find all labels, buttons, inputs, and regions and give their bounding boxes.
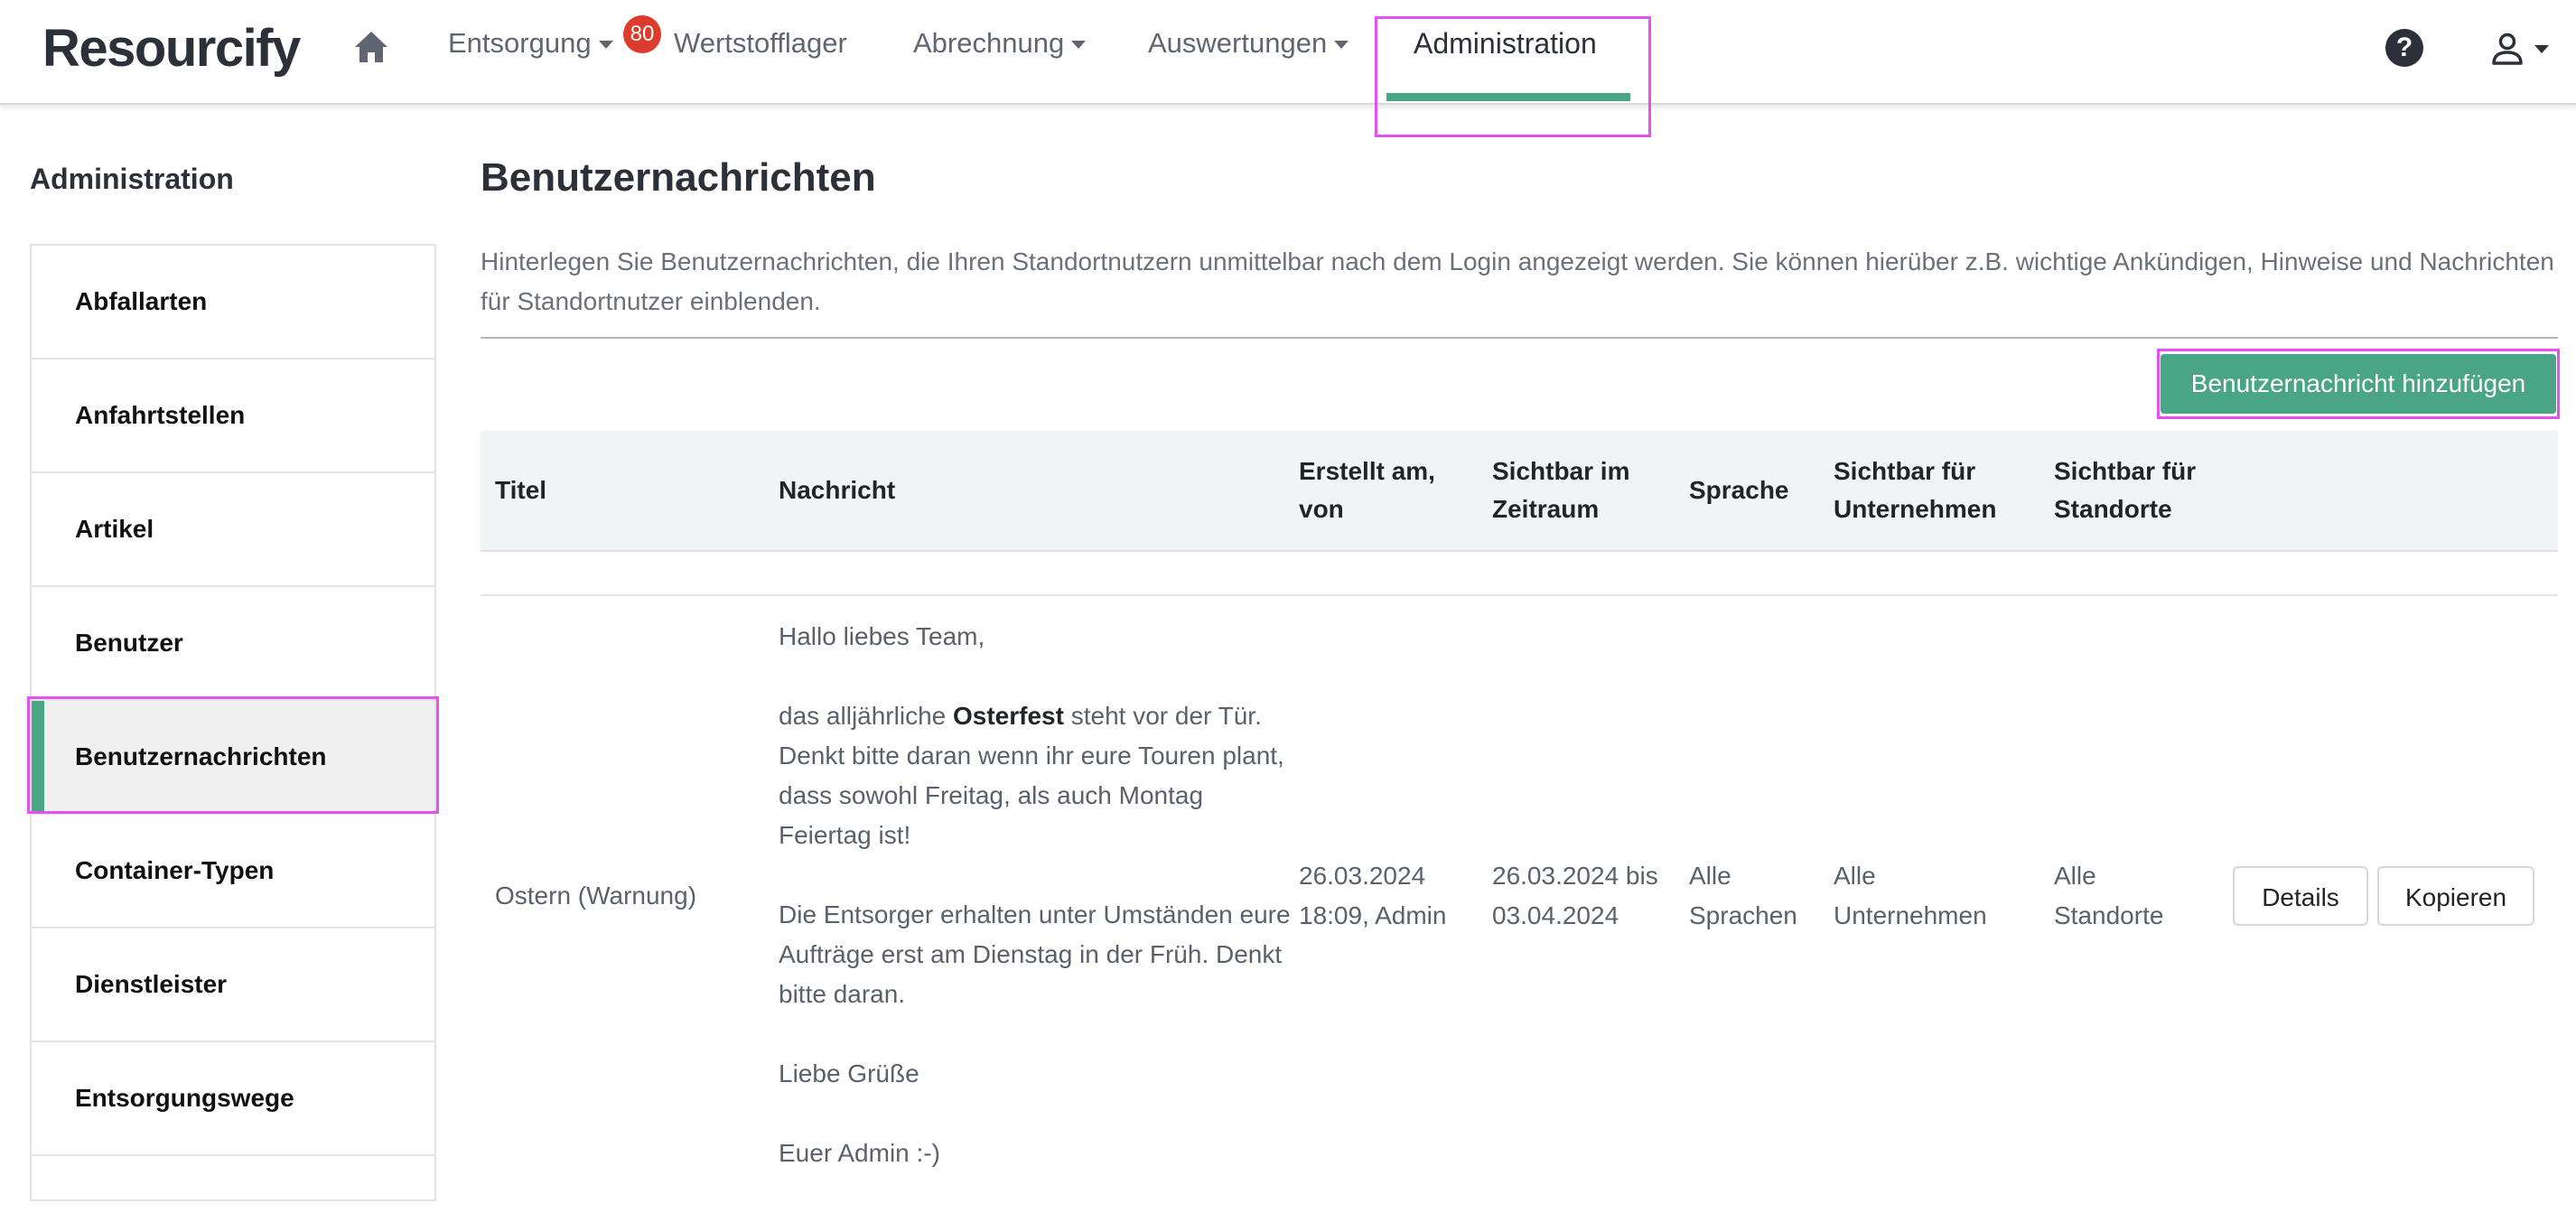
user-menu-chevron-icon[interactable] [2534,45,2549,53]
cell-unternehmen: Alle Unternehmen [1834,856,1987,936]
top-navbar: Resourcify Entsorgung 80 Wertstofflager … [0,0,2576,105]
cell-nachricht: Hallo liebes Team, das alljährliche Oste… [779,617,1302,1213]
details-button[interactable]: Details [2233,866,2368,926]
chevron-down-icon [598,40,613,49]
page-title: Benutzernachrichten [481,155,876,200]
chevron-down-icon [1334,40,1349,49]
cell-sprache-line2: Sprachen [1689,901,1797,929]
divider [481,337,2558,339]
notification-badge: 80 [623,15,661,53]
kopieren-button[interactable]: Kopieren [2377,866,2534,926]
nav-entsorgung-label: Entsorgung [448,27,592,59]
nav-wertstofflager-label: Wertstofflager [674,27,847,59]
cell-unternehmen-line1: Alle [1834,862,1876,890]
nav-abrechnung-label: Abrechnung [913,27,1065,59]
table-row-separator [481,594,2558,596]
column-header-unternehmen: Sichtbar für Unternehmen [1834,453,1996,528]
column-header-unternehmen-line1: Sichtbar für [1834,457,1976,485]
sidebar-item-artikel[interactable]: Artikel [32,473,434,587]
cell-unternehmen-line2: Unternehmen [1834,901,1987,929]
column-header-zeitraum: Sichtbar im Zeitraum [1492,453,1629,528]
message-text: das alljährliche [779,702,953,730]
column-header-erstellt-line1: Erstellt am, [1299,457,1435,485]
cell-erstellt-time-author: 18:09, Admin [1299,901,1447,929]
user-icon[interactable] [2489,31,2525,67]
cell-erstellt-date: 26.03.2024 [1299,862,1426,890]
nav-abrechnung[interactable]: Abrechnung [913,27,1087,60]
column-header-sprache: Sprache [1689,476,1789,504]
column-header-erstellt-line2: von [1299,495,1344,523]
message-bold-text: Osterfest [953,702,1064,730]
sidebar-item-dienstleister[interactable]: Dienstleister [32,928,434,1042]
cell-standorte: Alle Standorte [2054,856,2163,936]
sidebar-item-entsorgungswege[interactable]: Entsorgungswege [32,1042,434,1156]
column-header-standorte: Sichtbar für Standorte [2054,453,2196,528]
column-header-unternehmen-line2: Unternehmen [1834,495,1997,523]
message-closing: Liebe Grüße [779,1059,919,1087]
table-header: Titel Nachricht Erstellt am, von Sichtba… [481,431,2558,552]
sidebar-item-container-typen[interactable]: Container-Typen [32,815,434,928]
page-description: Hinterlegen Sie Benutzernachrichten, die… [481,247,2554,315]
message-greeting: Hallo liebes Team, [779,622,985,650]
cell-erstellt: 26.03.2024 18:09, Admin [1299,856,1446,936]
cell-standorte-line1: Alle [2054,862,2096,890]
cell-zeitraum-end: 03.04.2024 [1492,901,1619,929]
home-icon[interactable] [352,29,390,65]
nav-auswertungen-label: Auswertungen [1148,27,1328,59]
message-paragraph: Die Entsorger erhalten unter Umständen e… [779,900,1291,1008]
sidebar-item-anfahrtstellen[interactable]: Anfahrtstellen [32,359,434,473]
cell-sprache: Alle Sprachen [1689,856,1797,936]
sidebar-item-abfallarten[interactable]: Abfallarten [32,246,434,359]
column-header-zeitraum-line2: Zeitraum [1492,495,1600,523]
sidebar-active-highlight [27,696,439,814]
cell-zeitraum: 26.03.2024 bis 03.04.2024 [1492,856,1658,936]
cell-standorte-line2: Standorte [2054,901,2164,929]
nav-administration-highlight [1375,16,1651,137]
column-header-standorte-line1: Sichtbar für [2054,457,2197,485]
cell-titel: Ostern (Warnung) [495,882,697,910]
column-header-zeitraum-line1: Sichtbar im [1492,457,1630,485]
column-header-titel: Titel [495,476,547,504]
cell-sprache-line1: Alle [1689,862,1731,890]
message-signature: Euer Admin :-) [779,1139,940,1167]
cell-zeitraum-start: 26.03.2024 bis [1492,862,1658,890]
resourcify-logo[interactable]: Resourcify [42,18,301,79]
nav-entsorgung[interactable]: Entsorgung [448,27,613,60]
sidebar-title: Administration [30,163,234,195]
sidebar-item-benutzer[interactable]: Benutzer [32,587,434,701]
nav-auswertungen[interactable]: Auswertungen [1148,27,1349,60]
help-icon[interactable]: ? [2385,29,2423,67]
chevron-down-icon [1071,40,1087,49]
message-paragraph: das alljährliche Osterfest steht vor der… [779,696,1302,855]
column-header-nachricht: Nachricht [779,476,896,504]
add-button-highlight [2157,349,2560,419]
nav-wertstofflager[interactable]: Wertstofflager [674,27,847,60]
column-header-standorte-line2: Standorte [2054,495,2172,523]
column-header-erstellt: Erstellt am, von [1299,453,1435,528]
